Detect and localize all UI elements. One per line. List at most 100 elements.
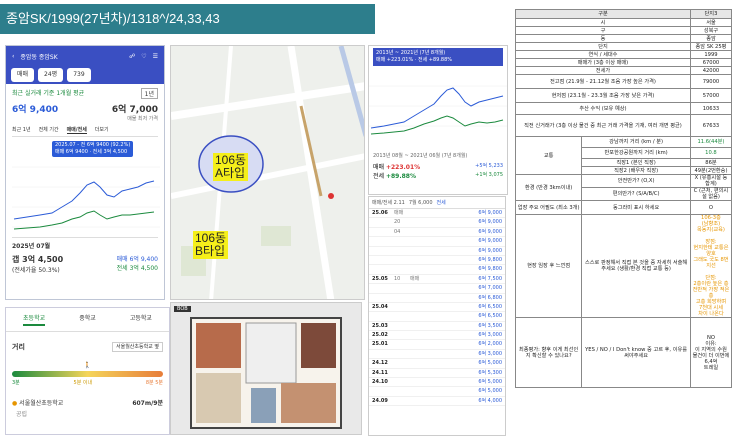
evaluation-table: 구분 단지3 시 서울 구 성북구 동 종암 단지 종암 SK 25평 연식 / 세대수 1999 매매… [514, 9, 733, 388]
table-cell: 동 [515, 34, 691, 43]
jeonse-label: 매물 최저 가격 [127, 116, 158, 122]
bell-icon[interactable]: ♡ [141, 53, 146, 60]
transaction-row[interactable]: 25.01 6억 2,000 [369, 340, 505, 350]
table-cell: 49분(2번환승) [689, 166, 733, 175]
table-cell: 강남까지 거리 (km / 분) [581, 136, 691, 148]
table-cell: 서울 [689, 18, 733, 27]
transaction-row[interactable]: 25.06 매매 6억 9,000 [369, 209, 505, 219]
table-cell: 최종평가: 향후 이게 최선인지 확신할 수 있나요? [514, 317, 583, 388]
table-cell: 직장1 (본인 직장) [581, 158, 691, 167]
table-cell: 종암 SK 25평 [689, 42, 733, 51]
table-cell: 10.8 [689, 147, 733, 159]
jeonse-rate: (전세가율 50.3%) [12, 267, 60, 274]
table-cell: 단지 [515, 42, 691, 51]
table-cell: X (유흥시설 등 합계) [689, 174, 733, 188]
share-icon[interactable]: ☍ [129, 53, 135, 60]
transaction-row[interactable]: 24.10 6억 5,000 [369, 378, 505, 388]
table-cell: 직장2 (배우자 직장) [581, 166, 691, 175]
tab-high[interactable]: 고등학교 [130, 313, 152, 326]
scale-max: 8분 5분 [145, 380, 163, 386]
tab-elementary[interactable]: 초등학교 [23, 313, 46, 326]
transaction-row[interactable]: 6억 3,000 [369, 350, 505, 360]
price-change-panel: 2013년 ~ 2021년 (7년 8개월) 매매 +223.01% · 전세 … [368, 45, 508, 195]
table-cell: 직전 신거래가 (3층 이상 물건 중 최근 거래 가격을 기재, 여러 개면 … [515, 114, 691, 137]
app-header: ‹ 종암동 종암SK ☍ ♡ ☰ [6, 46, 164, 66]
menu-icon[interactable]: ☰ [153, 53, 158, 60]
transaction-list: 매매/전세 2.11 7월 6,000 전세 25.06 매매 6억 9,000 20… [368, 196, 506, 436]
table-cell: NO 이유: 이 지역의 수원 물건이 더 이번에 6,4억 트레일 [689, 317, 733, 388]
map-label-b-type: 106동 B타입 [193, 231, 229, 259]
transaction-row[interactable]: 25.05 10 매매 6억 7,500 [369, 275, 505, 285]
tab-all[interactable]: 전체 기간 [39, 126, 59, 134]
tab-deal-jeonse[interactable]: 매매/전세 [66, 126, 87, 134]
tab-recent[interactable]: 최근 1년 [12, 126, 31, 134]
table-cell: 매매가 (3층 이상 매매) [515, 58, 691, 67]
table-cell: 교통 [514, 136, 583, 175]
transaction-row[interactable]: 6억 9,000 [369, 247, 505, 256]
floor-plan-drawing [190, 317, 342, 429]
school-tag[interactable]: 서울월산초등학교 옆 [112, 342, 163, 352]
table-cell: 동그라미 표시 하세요 [581, 200, 691, 215]
count-chip[interactable]: 739 [67, 68, 91, 82]
floor-plan-image: BOB [170, 302, 362, 435]
transaction-row[interactable]: 24.12 6억 5,000 [369, 359, 505, 369]
transaction-row[interactable]: 6억 6,800 [369, 294, 505, 303]
tab-more[interactable]: 더보기 [95, 126, 109, 134]
distance-label: 거리 [12, 343, 25, 351]
tab-middle[interactable]: 중학교 [79, 313, 96, 326]
school-distance: 607m/9분 [132, 400, 163, 407]
table-cell: 안전만가? (O,X) [581, 174, 691, 188]
table-cell: 스스로 판정해서 직접 본 것을 중 자세히 서술해주세요 (생활/환경 직접 … [581, 214, 691, 318]
table-cell: 57000 [689, 88, 733, 103]
table-cell: 67000 [689, 58, 733, 67]
deal-small: 매매 6억 9,400 [116, 256, 158, 263]
chart2-summary: 2013년 08월 ~ 2021년 06월 (7년 8개월) 매매 +223.0… [373, 153, 503, 180]
table-cell: 86분 [689, 158, 733, 167]
transaction-row[interactable]: 24.09 6억 4,000 [369, 397, 505, 407]
back-arrow-icon[interactable]: ‹ [12, 53, 14, 60]
transaction-row[interactable]: 6억 6,500 [369, 312, 505, 322]
table-cell: 시 [515, 18, 691, 27]
table-cell: 편의만가? (S/A/B/C) [581, 187, 691, 201]
school-name: ● 서울월산초등학교 [12, 400, 64, 407]
table-cell: O [689, 200, 733, 215]
school-tabs: 초등학교 중학교 고등학교 [6, 308, 169, 332]
year-chip[interactable]: 1년 [140, 88, 158, 99]
size-chip[interactable]: 24평 [38, 68, 64, 82]
transaction-row[interactable]: 04 6억 9,000 [369, 228, 505, 238]
table-cell: 10633 [689, 102, 733, 115]
school-type: 공립 [16, 411, 28, 418]
transaction-row[interactable]: 6억 9,800 [369, 256, 505, 266]
transaction-row[interactable]: 6억 5,000 [369, 387, 505, 397]
transaction-row[interactable]: 25.03 6억 3,500 [369, 322, 505, 332]
transaction-row[interactable]: 25.02 6억 3,000 [369, 331, 505, 341]
table-cell: 성북구 [689, 26, 733, 35]
table-cell: 11.6(44분) [689, 136, 733, 148]
table-cell: 1999 [689, 50, 733, 59]
table-cell: 구분 [515, 9, 691, 19]
transaction-header: 매매/전세 2.11 7월 6,000 전세 [369, 197, 505, 209]
jeonse-price: 6억 7,000 [111, 105, 158, 115]
table-cell: 전세가 [515, 66, 691, 75]
deal-type-chip[interactable]: 매매 [11, 68, 35, 82]
app-title: 종암동 종암SK [20, 53, 58, 61]
transaction-row[interactable]: 20 6억 9,000 [369, 218, 505, 228]
transaction-rows: 25.06 매매 6억 9,000 20 6억 9,000 04 6억 9,000 6억 9,… [369, 209, 505, 407]
transaction-row[interactable]: 25.04 6억 6,500 [369, 303, 505, 313]
table-cell: 현장 임장 후 느낀점 [514, 214, 583, 318]
page-title: 종암SK/1999(27년차)/1318^/24,33,43 [0, 4, 375, 34]
period-tabs: 최근 1년 전체 기간 매매/전세 더보기 [12, 126, 158, 137]
transaction-row[interactable]: 6억 9,000 [369, 237, 505, 247]
table-cell: 79000 [689, 74, 733, 89]
transaction-row[interactable]: 6억 9,800 [369, 265, 505, 275]
jeonse-small: 전세 3억 4,500 [116, 265, 158, 272]
table-cell: 업장 주요 어필도 (최소 3개) [514, 200, 583, 215]
transaction-row[interactable]: 24.11 6억 5,300 [369, 369, 505, 379]
table-cell: 반포한강공원까지 거리 (km) [581, 147, 691, 159]
location-map[interactable]: 106동 A타입 106동 B타입 [170, 45, 365, 300]
price-app-panel: ‹ 종암동 종암SK ☍ ♡ ☰ 매매 24평 739 최근 실거래 기준 1개… [5, 45, 165, 300]
school-panel: 초등학교 중학교 고등학교 거리 서울월산초등학교 옆 🚶 3분 5분 이내 8… [5, 307, 170, 435]
table-cell: 전고점 (21.9월 - 21.12월 조음 가장 높은 가격) [515, 74, 691, 89]
table-cell: 환경 (반경 3km이내) [514, 174, 583, 201]
transaction-row[interactable]: 6억 7,000 [369, 284, 505, 294]
